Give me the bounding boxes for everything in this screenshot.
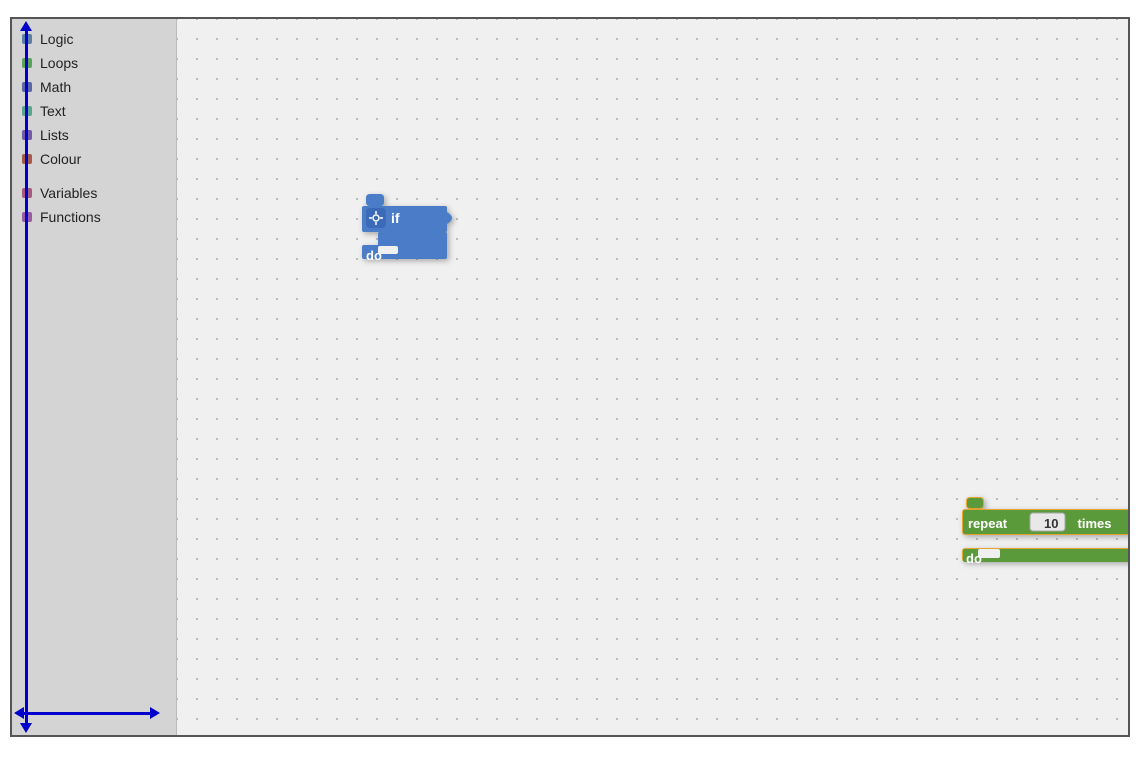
sidebar-item-lists[interactable]: Lists: [12, 123, 176, 147]
sidebar-label-colour: Colour: [40, 151, 81, 167]
horizontal-arrow: [22, 712, 152, 715]
sidebar-label-math: Math: [40, 79, 71, 95]
repeat-block-svg: [962, 497, 1128, 562]
sidebar-label-lists: Lists: [40, 127, 69, 143]
sidebar: Logic Loops Math Text Lists Colour Varia…: [12, 19, 177, 735]
sidebar-item-text[interactable]: Text: [12, 99, 176, 123]
sidebar-label-functions: Functions: [40, 209, 101, 225]
sidebar-item-variables[interactable]: Variables: [12, 181, 176, 205]
sidebar-item-functions[interactable]: Functions: [12, 205, 176, 229]
sidebar-item-colour[interactable]: Colour: [12, 147, 176, 171]
vertical-arrow: [25, 29, 28, 725]
if-block-svg: [362, 194, 462, 259]
if-block[interactable]: if do: [362, 194, 462, 264]
repeat-block[interactable]: repeat 10 times do: [962, 497, 1128, 567]
sidebar-label-loops: Loops: [40, 55, 78, 71]
sidebar-label-variables: Variables: [40, 185, 97, 201]
sidebar-item-logic[interactable]: Logic: [12, 27, 176, 51]
canvas-area[interactable]: if do: [177, 19, 1128, 735]
sidebar-item-loops[interactable]: Loops: [12, 51, 176, 75]
sidebar-label-logic: Logic: [40, 31, 73, 47]
sidebar-label-text: Text: [40, 103, 66, 119]
sidebar-item-math[interactable]: Math: [12, 75, 176, 99]
main-container: Logic Loops Math Text Lists Colour Varia…: [10, 17, 1130, 737]
